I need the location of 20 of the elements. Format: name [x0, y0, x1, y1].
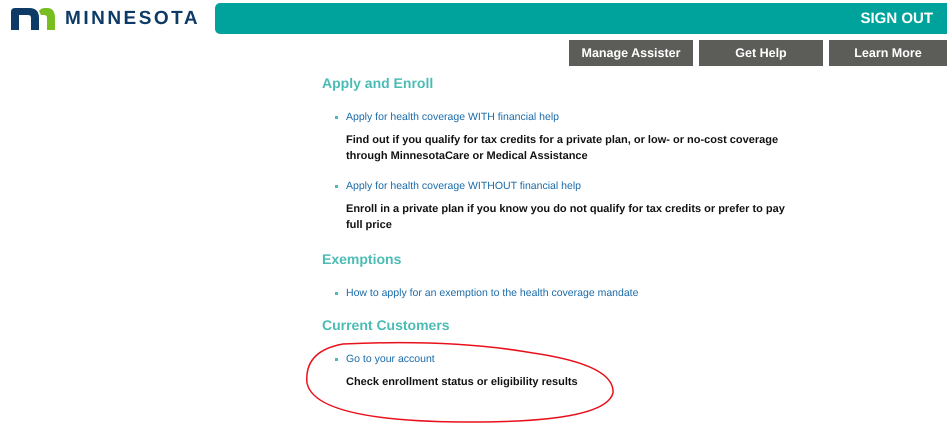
link[interactable]: How to apply for an exemption to the health coverage mandate — [346, 287, 638, 299]
nav-button[interactable]: Manage Assister — [569, 40, 693, 66]
description: Find out if you qualify for tax credits for a private plan, or low- or no-cost coverage through MinnesotaCare or Medical Assistance — [346, 133, 780, 164]
link[interactable]: Apply for health coverage WITH financial help — [346, 111, 560, 123]
link[interactable]: Apply for health coverage WITHOUT financial help — [346, 180, 581, 192]
logo-icon — [11, 8, 57, 30]
description: Enroll in a private plan if you know you do not qualify for tax credits or prefer to pay full price — [346, 202, 786, 233]
section-heading: Apply and Enroll — [322, 75, 434, 91]
logo-text: MINNESOTA — [65, 8, 200, 30]
link[interactable]: Go to your account — [346, 353, 435, 365]
nav-button[interactable]: Get Help — [699, 40, 823, 66]
nav-button[interactable]: Learn More — [829, 40, 947, 66]
bullet-icon — [335, 116, 338, 118]
sign-out-link[interactable]: SIGN OUT — [860, 10, 933, 27]
description: Check enrollment status or eligibility results — [346, 375, 579, 390]
bullet-icon — [335, 358, 338, 360]
section-heading: Current Customers — [322, 317, 451, 333]
section-heading: Exemptions — [322, 251, 402, 267]
bullet-icon — [335, 292, 338, 294]
bullet-icon — [335, 184, 338, 188]
